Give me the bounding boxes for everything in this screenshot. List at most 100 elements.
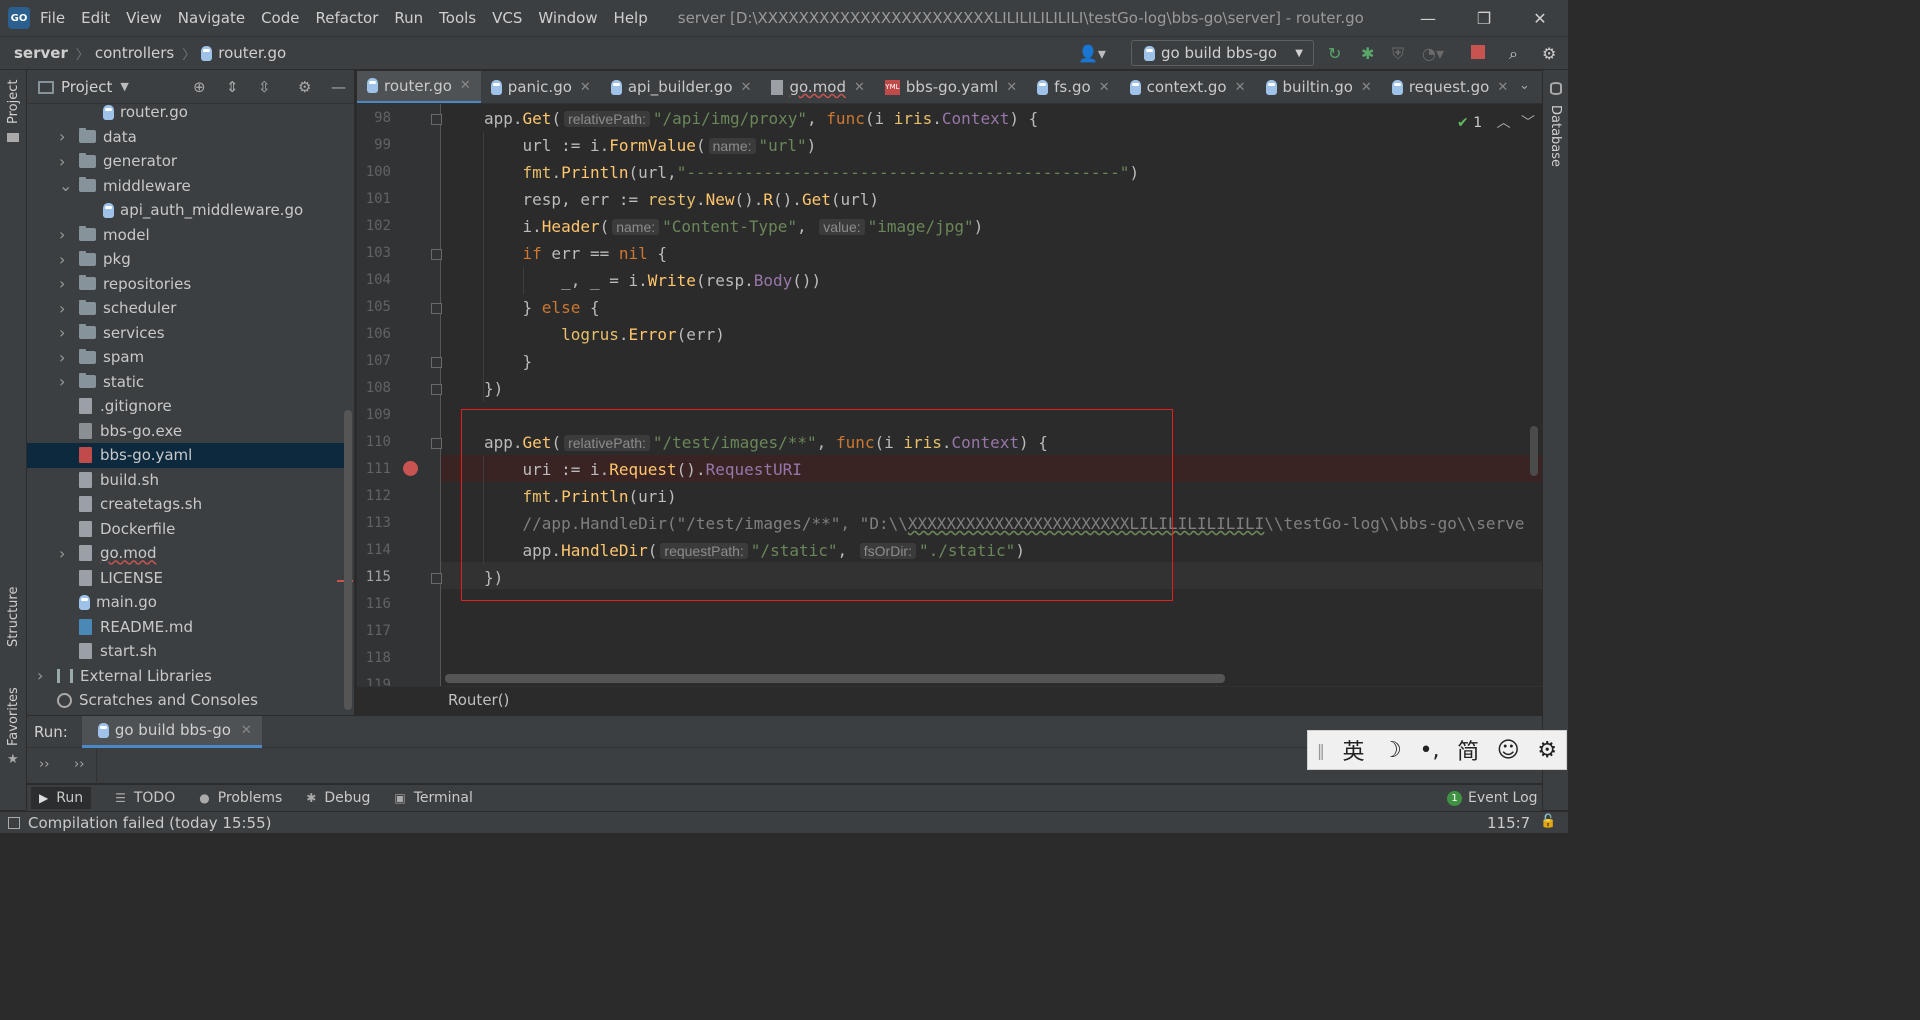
project-panel-title[interactable]: Project	[61, 78, 112, 96]
code-line[interactable]: fmt.Println(url,"-----------------------…	[484, 163, 1140, 182]
close-icon[interactable]: ✕	[241, 723, 252, 738]
tree-item[interactable]: start.sh	[27, 639, 345, 664]
search-icon[interactable]: ⌕	[1509, 44, 1518, 64]
close-icon[interactable]: ✕	[741, 80, 752, 95]
tab-fs-go[interactable]: fs.go ✕	[1027, 71, 1119, 103]
user-icon[interactable]: 👤▾	[1078, 44, 1106, 63]
rerun-icon[interactable]: ↻	[1328, 44, 1341, 63]
ime-emoji-icon[interactable]: ☺	[1497, 738, 1520, 763]
ime-settings-icon[interactable]: ⚙	[1537, 738, 1557, 763]
code-line[interactable]: i.Header(name: "Content-Type", value: "ima…	[484, 217, 984, 236]
tab-context-go[interactable]: context.go ✕	[1120, 71, 1256, 103]
expand-icon[interactable]: ››	[39, 757, 49, 772]
tab-go-mod[interactable]: go.mod ✕	[761, 71, 874, 103]
menu-item-tools[interactable]: Tools	[439, 9, 476, 27]
event-log-button[interactable]: 1 Event Log	[1447, 790, 1538, 806]
tab-builtin-go[interactable]: builtin.go ✕	[1256, 71, 1382, 103]
tree-item[interactable]: LICENSE	[27, 566, 345, 591]
tab-api_builder-go[interactable]: api_builder.go ✕	[601, 71, 762, 103]
expand-all-icon[interactable]: ⇕	[226, 78, 239, 96]
debug-icon[interactable]: ✱	[1361, 44, 1374, 63]
menu-item-code[interactable]: Code	[261, 9, 299, 27]
close-icon[interactable]: ✕	[1099, 80, 1110, 95]
tool-window-problems[interactable]: ● Problems	[199, 790, 282, 806]
code-line[interactable]: logrus.Error(err)	[484, 325, 725, 344]
menu-item-edit[interactable]: Edit	[81, 9, 110, 27]
tree-item[interactable]: › External Libraries	[27, 664, 345, 689]
tool-window-database[interactable]: Database	[1548, 105, 1563, 167]
code-line[interactable]: app.Get(relativePath: "/api/img/proxy", f…	[484, 109, 1038, 128]
tree-item[interactable]: build.sh	[27, 468, 345, 493]
close-icon[interactable]: ✕	[1361, 80, 1372, 95]
lock-icon[interactable]: 🔓	[1540, 814, 1556, 829]
code-line[interactable]: _, _ = i.Write(resp.Body())	[484, 271, 821, 290]
tool-window-terminal[interactable]: ▣ Terminal	[394, 790, 473, 806]
inspection-widget[interactable]: ✔ 1 ︿ ﹀	[1457, 112, 1535, 132]
close-icon[interactable]: ✕	[1235, 80, 1246, 95]
tree-item[interactable]: › data	[27, 125, 345, 150]
code-line[interactable]: url := i.FormValue(name: "url")	[484, 136, 817, 155]
toggle-tool-windows-icon[interactable]	[8, 816, 20, 829]
code-line[interactable]: })	[484, 379, 503, 398]
tree-item[interactable]: › static	[27, 370, 345, 395]
chevron-right-icon[interactable]: ›	[59, 225, 65, 244]
menu-item-view[interactable]: View	[126, 9, 162, 27]
menu-item-help[interactable]: Help	[614, 9, 648, 27]
hide-icon[interactable]: —	[331, 78, 346, 96]
chevron-right-icon[interactable]: ›	[59, 348, 65, 367]
menu-item-file[interactable]: File	[40, 9, 65, 27]
tab-panic-go[interactable]: panic.go ✕	[481, 71, 601, 103]
chevron-right-icon[interactable]: ›	[59, 152, 65, 171]
breadcrumb-item-server[interactable]: server	[14, 44, 68, 62]
caret-position[interactable]: 115:7	[1487, 814, 1530, 832]
tree-item[interactable]: createtags.sh	[27, 492, 345, 517]
gear-icon[interactable]: ⚙	[298, 78, 311, 96]
ime-handle-icon[interactable]: ‖	[1317, 741, 1325, 760]
tree-item[interactable]: api_auth_middleware.go	[27, 198, 345, 223]
ime-simplified-toggle[interactable]: 简	[1457, 734, 1479, 766]
tree-item[interactable]: bbs-go.exe	[27, 419, 345, 444]
fold-marker-icon[interactable]	[431, 303, 442, 314]
tree-item[interactable]: › scheduler	[27, 296, 345, 321]
ime-punctuation-toggle[interactable]: •,	[1419, 738, 1439, 763]
tree-item[interactable]: .gitignore	[27, 394, 345, 419]
menu-item-vcs[interactable]: VCS	[492, 9, 522, 27]
menu-item-refactor[interactable]: Refactor	[315, 9, 378, 27]
menu-item-window[interactable]: Window	[538, 9, 597, 27]
close-icon[interactable]: ✕	[1006, 80, 1017, 95]
restore-icon[interactable]: ❐	[1456, 9, 1512, 28]
chevron-right-icon[interactable]: ›	[59, 250, 65, 269]
profile-icon[interactable]: ◔▾	[1422, 44, 1444, 63]
chevron-right-icon[interactable]: ›	[59, 323, 65, 342]
close-icon[interactable]: ✕	[1497, 80, 1508, 95]
tree-item[interactable]: › go.mod	[27, 541, 345, 566]
tree-item[interactable]: › spam	[27, 345, 345, 370]
project-scrollbar[interactable]	[344, 410, 352, 710]
chevron-down-icon[interactable]: ⌄	[1519, 78, 1530, 93]
tool-window-todo[interactable]: ☰ TODO	[115, 790, 175, 806]
editor-breadcrumb[interactable]: Router()	[357, 686, 1542, 714]
tab-router-go[interactable]: router.go ✕	[357, 71, 481, 103]
close-icon[interactable]: ✕	[854, 80, 865, 95]
breadcrumb-item-router[interactable]: router.go	[218, 44, 286, 62]
chevron-down-icon[interactable]: ▼	[120, 80, 128, 93]
code-line[interactable]: }	[484, 352, 533, 371]
code-line[interactable]: } else {	[484, 298, 600, 317]
chevron-right-icon[interactable]: ›	[59, 544, 65, 563]
minimize-icon[interactable]: —	[1400, 9, 1456, 28]
chevron-right-icon[interactable]: ›	[59, 372, 65, 391]
stop-icon[interactable]	[1471, 45, 1485, 59]
tree-item[interactable]: › services	[27, 321, 345, 346]
menu-item-navigate[interactable]: Navigate	[178, 9, 245, 27]
chevron-right-icon[interactable]: ›	[37, 666, 43, 685]
tree-item[interactable]: › generator	[27, 149, 345, 174]
settings-gear-icon[interactable]: ⚙	[1542, 44, 1556, 63]
previous-highlight-icon[interactable]: ︿	[1497, 115, 1511, 131]
tool-window-run[interactable]: ▶ Run	[31, 787, 92, 809]
code-line[interactable]: resp, err := resty.New().R().Get(url)	[484, 190, 879, 209]
horizontal-scrollbar[interactable]	[445, 674, 1225, 683]
close-icon[interactable]: ✕	[1512, 9, 1568, 28]
tree-item[interactable]: Dockerfile	[27, 517, 345, 542]
locate-icon[interactable]: ⊕	[193, 78, 206, 96]
expand-icon[interactable]: ››	[74, 757, 84, 772]
